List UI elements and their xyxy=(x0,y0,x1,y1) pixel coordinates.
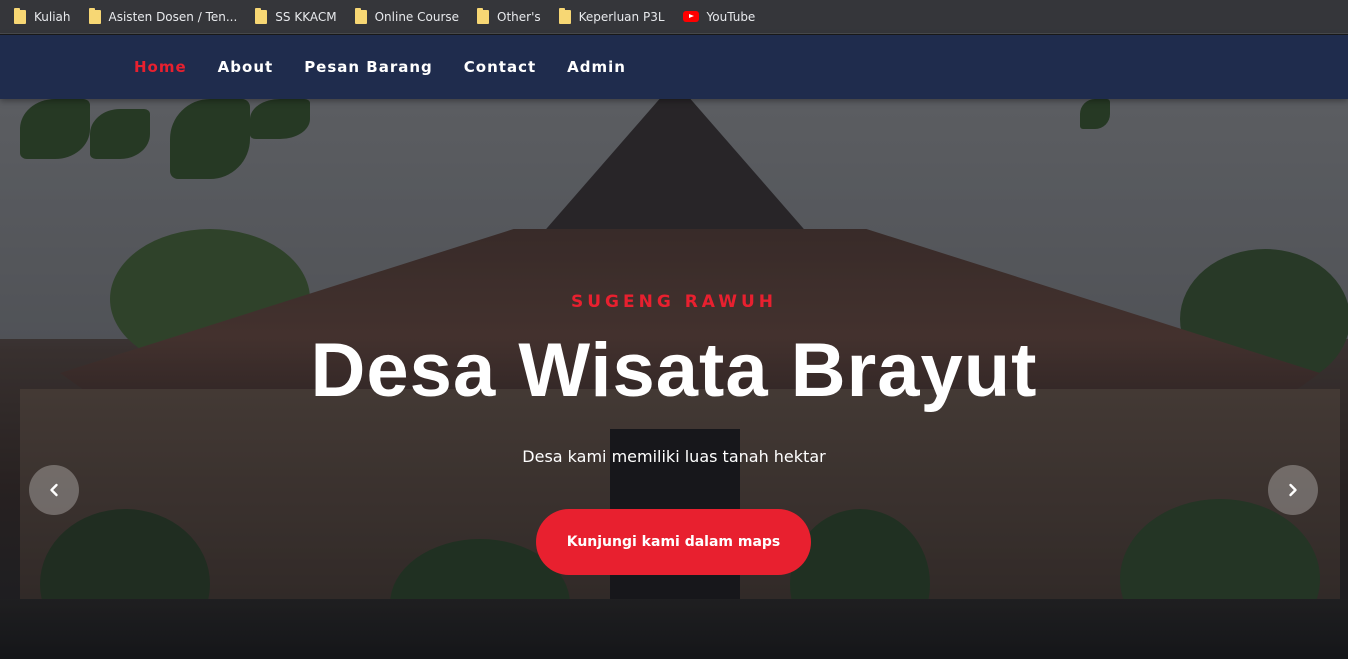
nav-admin[interactable]: Admin xyxy=(567,58,626,76)
chevron-right-icon xyxy=(1289,483,1297,497)
folder-icon xyxy=(354,7,367,24)
youtube-icon xyxy=(682,11,699,22)
nav-home[interactable]: Home xyxy=(134,58,187,76)
nav-contact[interactable]: Contact xyxy=(464,58,536,76)
folder-icon xyxy=(477,7,490,24)
bookmark-ss-kkacm[interactable]: SS KKACM xyxy=(255,7,337,24)
bookmark-label: YouTube xyxy=(706,9,756,24)
hero-subtitle: Desa kami memiliki luas tanah hektar xyxy=(522,447,826,466)
carousel-next-button[interactable] xyxy=(1268,465,1318,515)
folder-icon xyxy=(558,7,571,24)
bookmark-asisten-dosen[interactable]: Asisten Dosen / Ten... xyxy=(88,7,238,24)
bookmark-label: SS KKACM xyxy=(275,9,337,24)
nav-about[interactable]: About xyxy=(218,58,274,76)
bookmark-label: Kuliah xyxy=(34,9,71,24)
folder-icon xyxy=(255,7,268,24)
folder-icon xyxy=(14,7,26,24)
hero-carousel: SUGENG RAWUH Desa Wisata Brayut Desa kam… xyxy=(0,99,1348,659)
bookmark-youtube[interactable]: YouTube xyxy=(682,9,756,24)
folder-icon xyxy=(88,7,101,24)
nav-pesan-barang[interactable]: Pesan Barang xyxy=(304,58,433,76)
bookmark-label: Asisten Dosen / Ten... xyxy=(108,9,238,24)
hero-content: SUGENG RAWUH Desa Wisata Brayut Desa kam… xyxy=(0,99,1348,659)
chevron-left-icon xyxy=(50,483,58,497)
main-navbar: Home About Pesan Barang Contact Admin xyxy=(0,35,1348,99)
maps-cta-button[interactable]: Kunjungi kami dalam maps xyxy=(536,509,811,575)
bookmarks-bar: Kuliah Asisten Dosen / Ten... SS KKACM O… xyxy=(0,0,1348,34)
bookmark-keperluan-p3l[interactable]: Keperluan P3L xyxy=(558,7,665,24)
carousel-prev-button[interactable] xyxy=(29,465,79,515)
bookmark-online-course[interactable]: Online Course xyxy=(354,7,460,24)
bookmark-kuliah[interactable]: Kuliah xyxy=(14,7,71,24)
hero-title: Desa Wisata Brayut xyxy=(310,328,1038,413)
bookmark-others[interactable]: Other's xyxy=(477,7,541,24)
bookmark-label: Keperluan P3L xyxy=(578,9,665,24)
bookmark-label: Online Course xyxy=(374,9,460,24)
hero-tagline: SUGENG RAWUH xyxy=(571,292,777,312)
bookmark-label: Other's xyxy=(497,9,541,24)
